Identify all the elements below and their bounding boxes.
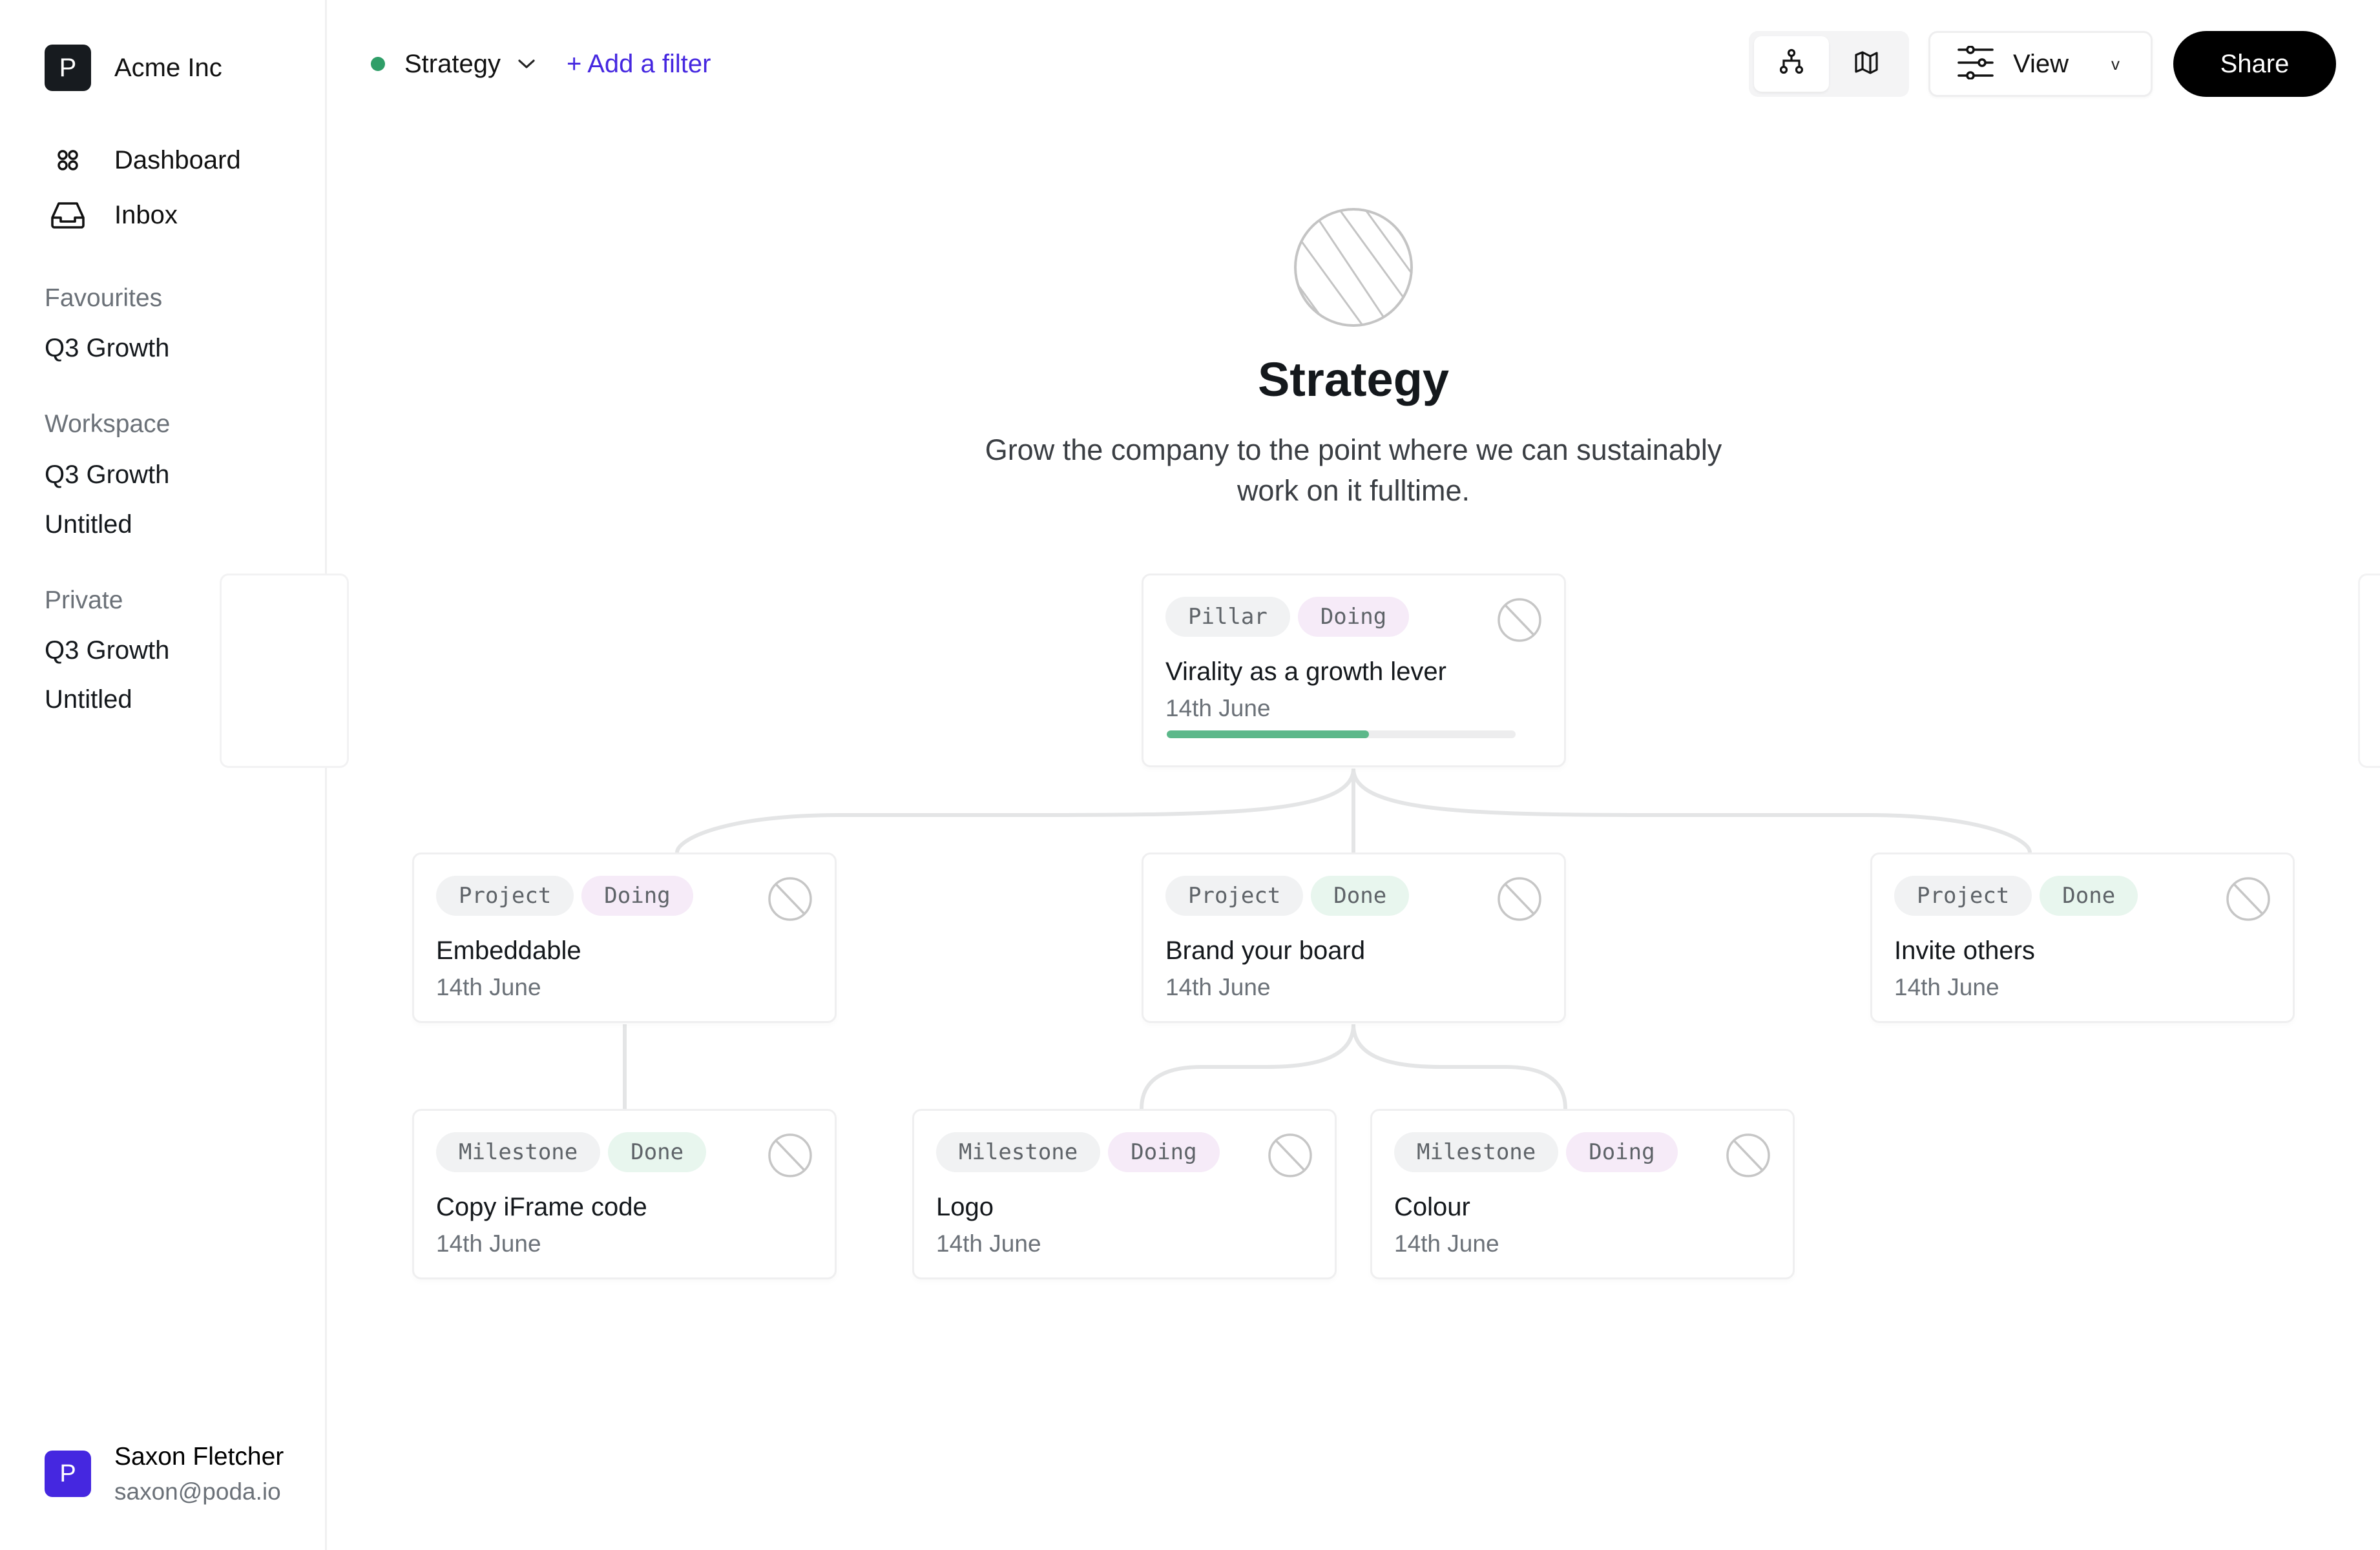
type-chip: Project bbox=[436, 876, 574, 916]
view-label: View bbox=[2013, 49, 2069, 78]
no-image-icon[interactable] bbox=[2226, 876, 2271, 922]
connector-pillar-to-invite bbox=[1352, 768, 2032, 853]
pillar-card[interactable]: Pillar Doing Virality as a growth lever … bbox=[1142, 574, 1566, 767]
milestone-card-colour[interactable]: Milestone Doing Colour 14th June bbox=[1370, 1109, 1795, 1279]
user-profile[interactable]: P Saxon Fletcher saxon@poda.io bbox=[45, 1439, 284, 1509]
user-email: saxon@poda.io bbox=[114, 1478, 281, 1505]
milestone-card-copy-iframe-code[interactable]: Milestone Done Copy iFrame code 14th Jun… bbox=[412, 1109, 837, 1279]
milestone-card-logo[interactable]: Milestone Doing Logo 14th June bbox=[912, 1109, 1337, 1279]
org-name: Acme Inc bbox=[114, 53, 222, 82]
type-chip: Milestone bbox=[436, 1132, 601, 1172]
section-heading-workspace: Workspace bbox=[45, 410, 171, 438]
add-filter-button[interactable]: + Add a filter bbox=[567, 50, 711, 79]
connector-brand-to-colour bbox=[1352, 1024, 1567, 1110]
status-chip[interactable]: Doing bbox=[581, 876, 693, 916]
connector-brand-to-logo bbox=[1140, 1024, 1355, 1110]
org-switcher[interactable]: P Acme Inc bbox=[45, 45, 222, 91]
connector-pillar-to-embeddable bbox=[675, 768, 1355, 853]
board-title: Strategy bbox=[1257, 353, 1450, 406]
tree-connectors bbox=[623, 768, 2032, 1110]
type-chip: Pillar bbox=[1165, 597, 1290, 637]
card-date: 14th June bbox=[936, 1230, 1041, 1257]
sidebar: P Acme Inc Dashboard Inbox Favourites Q3… bbox=[0, 0, 327, 1550]
project-card-invite-others[interactable]: Project Done Invite others 14th June bbox=[1870, 852, 2295, 1023]
card-title: Copy iFrame code bbox=[436, 1193, 647, 1221]
board-selector[interactable]: Strategy bbox=[404, 50, 501, 79]
no-image-icon[interactable] bbox=[1726, 1133, 1771, 1178]
section-heading-private: Private bbox=[45, 586, 123, 614]
type-chip: Milestone bbox=[1394, 1132, 1559, 1172]
type-chip: Milestone bbox=[936, 1132, 1101, 1172]
filter-bar: Strategy + Add a filter bbox=[371, 41, 711, 87]
sidebar-item-workspace-untitled[interactable]: Untitled bbox=[45, 510, 132, 539]
nav-item-label: Inbox bbox=[114, 200, 178, 229]
org-logo: P bbox=[45, 45, 91, 91]
offscreen-card-right[interactable] bbox=[2358, 574, 2380, 768]
sidebar-item-favourites-q3-growth[interactable]: Q3 Growth bbox=[45, 334, 169, 363]
card-title: Logo bbox=[936, 1193, 994, 1221]
status-chip[interactable]: Doing bbox=[1297, 597, 1410, 637]
card-title: Invite others bbox=[1894, 936, 2035, 965]
card-title: Embeddable bbox=[436, 936, 581, 965]
type-chip: Project bbox=[1894, 876, 2032, 916]
sliders-icon bbox=[1957, 45, 1994, 83]
type-chip: Project bbox=[1165, 876, 1304, 916]
card-date: 14th June bbox=[1894, 974, 1999, 1000]
user-name: Saxon Fletcher bbox=[114, 1443, 284, 1471]
sidebar-item-private-untitled[interactable]: Untitled bbox=[45, 685, 132, 714]
hierarchy-icon bbox=[1779, 48, 1804, 80]
card-date: 14th June bbox=[1165, 974, 1271, 1000]
status-chip[interactable]: Doing bbox=[1108, 1132, 1220, 1172]
caret-down-icon: v bbox=[2111, 54, 2120, 74]
map-view-button[interactable] bbox=[1829, 36, 1904, 92]
no-image-icon[interactable] bbox=[1497, 597, 1542, 643]
offscreen-card-left[interactable] bbox=[220, 574, 349, 768]
status-chip[interactable]: Done bbox=[1311, 876, 1410, 916]
chevron-down-icon[interactable] bbox=[517, 58, 536, 70]
section-heading-favourites: Favourites bbox=[45, 284, 163, 312]
board-status-dot bbox=[371, 57, 385, 71]
map-icon bbox=[1854, 50, 1879, 78]
status-chip[interactable]: Done bbox=[2040, 876, 2138, 916]
nav-item-dashboard[interactable]: Dashboard bbox=[45, 142, 241, 178]
view-mode-toggle bbox=[1749, 31, 1909, 97]
project-card-embeddable[interactable]: Project Doing Embeddable 14th June bbox=[412, 852, 837, 1023]
share-button[interactable]: Share bbox=[2173, 31, 2336, 97]
no-image-icon[interactable] bbox=[767, 876, 813, 922]
dashboard-icon bbox=[45, 142, 91, 178]
nav-item-inbox[interactable]: Inbox bbox=[45, 197, 178, 233]
tree-view-button[interactable] bbox=[1754, 36, 1829, 92]
inbox-icon bbox=[45, 197, 91, 233]
sidebar-item-private-q3-growth[interactable]: Q3 Growth bbox=[45, 636, 169, 665]
sidebar-item-workspace-q3-growth[interactable]: Q3 Growth bbox=[45, 460, 169, 490]
status-chip[interactable]: Done bbox=[608, 1132, 707, 1172]
user-info: Saxon Fletcher saxon@poda.io bbox=[114, 1439, 284, 1509]
board-description: Grow the company to the point where we c… bbox=[985, 433, 1722, 507]
card-title: Colour bbox=[1394, 1193, 1470, 1221]
user-avatar: P bbox=[45, 1451, 91, 1497]
view-options-button[interactable]: View v bbox=[1928, 31, 2153, 97]
card-date: 14th June bbox=[436, 974, 541, 1000]
card-date: 14th June bbox=[1165, 695, 1271, 721]
nav-item-label: Dashboard bbox=[114, 145, 241, 174]
no-image-icon[interactable] bbox=[1268, 1133, 1313, 1178]
progress-bar bbox=[1167, 730, 1516, 738]
card-title: Virality as a growth lever bbox=[1165, 657, 1446, 686]
card-date: 14th June bbox=[1394, 1230, 1499, 1257]
no-image-icon[interactable] bbox=[767, 1133, 813, 1178]
progress-fill bbox=[1167, 730, 1370, 738]
card-title: Brand your board bbox=[1165, 936, 1366, 965]
no-image-icon[interactable] bbox=[1497, 876, 1542, 922]
project-card-brand-your-board[interactable]: Project Done Brand your board 14th June bbox=[1142, 852, 1566, 1023]
status-chip[interactable]: Doing bbox=[1566, 1132, 1678, 1172]
card-date: 14th June bbox=[436, 1230, 541, 1257]
board-avatar-placeholder[interactable] bbox=[1293, 207, 1414, 328]
